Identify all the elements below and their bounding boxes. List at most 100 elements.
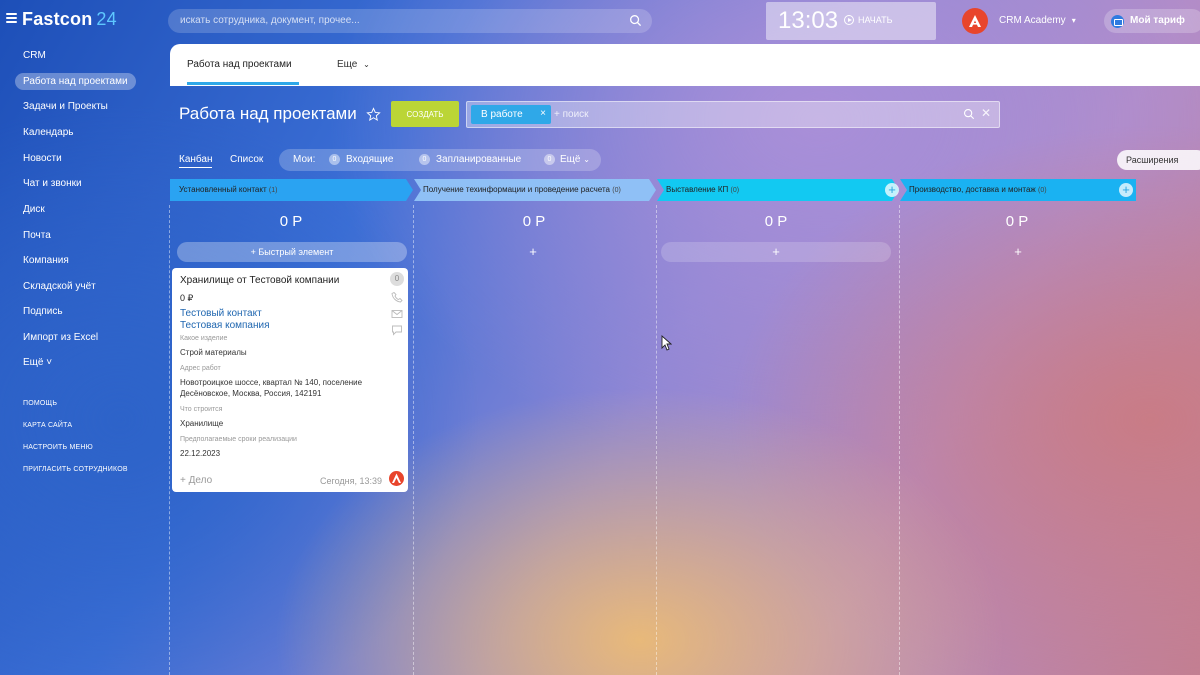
mail-icon[interactable] [391, 308, 403, 320]
filter-chip-in-progress[interactable]: В работе × [471, 105, 551, 124]
column-divider [656, 205, 657, 675]
stage-name: Выставление КП [666, 185, 729, 194]
extensions-button[interactable]: Расширения [1117, 150, 1200, 170]
stage-count: (0) [730, 187, 740, 194]
more-label: Ещё [23, 357, 44, 368]
play-icon [844, 15, 854, 25]
sidebar-link-help[interactable]: ПОМОЩЬ [23, 400, 57, 407]
sidebar-item-projects-work[interactable]: Работа над проектами [15, 73, 136, 90]
filter-chip-label: В работе [481, 109, 523, 120]
my-counters: Мои: 0 Входящие 0 Запланированные 0 Ещё … [279, 149, 601, 171]
sidebar-item-warehouse[interactable]: Складской учёт [23, 281, 96, 292]
sidebar-item-calendar[interactable]: Календарь [23, 127, 73, 138]
clock: 13:03 [778, 7, 839, 34]
user-name: CRM Academy [999, 15, 1066, 26]
field-value: 22.12.2023 [180, 449, 221, 458]
deal-contact-link[interactable]: Тестовый контакт [180, 308, 262, 319]
deal-card[interactable]: Хранилище от Тестовой компании 0 0 ₽ Тес… [172, 268, 408, 492]
remove-filter-icon[interactable]: × [540, 108, 546, 119]
add-item-button[interactable]: + [661, 242, 891, 262]
stage-header-established-contact[interactable]: Установленный контакт (1) [170, 179, 406, 201]
sidebar-item-crm[interactable]: CRM [23, 50, 46, 61]
section-tabs: Работа над проектами Еще ⌄ [170, 44, 1200, 86]
search-icon[interactable] [963, 108, 975, 120]
column-sum: 0 Р [764, 213, 788, 230]
counter-more[interactable]: Ещё ⌄ [560, 154, 590, 165]
deal-company-link[interactable]: Тестовая компания [180, 320, 270, 331]
add-item-button[interactable]: + [418, 242, 648, 262]
top-bar: Fastcon 24 искать сотрудника, документ, п… [0, 0, 1200, 42]
add-stage-button[interactable]: + [885, 183, 899, 197]
column-divider [899, 205, 900, 675]
tab-more[interactable]: Еще ⌄ [337, 59, 370, 70]
tab-projects-work[interactable]: Работа над проектами [187, 59, 292, 70]
create-button[interactable]: СОЗДАТЬ [391, 101, 459, 127]
sidebar-item-tasks[interactable]: Задачи и Проекты [23, 101, 108, 112]
star-icon[interactable] [366, 107, 381, 122]
user-avatar[interactable] [962, 8, 988, 34]
academy-logo-icon [969, 15, 981, 27]
search-icon[interactable] [629, 14, 642, 27]
stage-count: (1) [268, 187, 278, 194]
chat-icon[interactable] [391, 324, 403, 336]
add-activity-button[interactable]: + Дело [180, 475, 212, 486]
view-kanban[interactable]: Канбан [179, 154, 213, 165]
column-divider [169, 205, 170, 675]
counter-incoming[interactable]: Входящие [346, 154, 393, 165]
search-placeholder: искать сотрудника, документ, прочее... [180, 15, 360, 26]
sidebar-link-configure-menu[interactable]: НАСТРОИТЬ МЕНЮ [23, 444, 93, 451]
field-value: Хранилище [180, 419, 224, 428]
hamburger-menu-icon[interactable] [6, 13, 17, 23]
tariff-label: Мой тариф [1130, 15, 1185, 26]
counter-badge: 0 [544, 154, 555, 165]
stage-header-tech-info[interactable]: Получение техинформации и проведение рас… [414, 179, 650, 201]
counter-more-label: Ещё [560, 154, 581, 165]
field-value: Новотроицкое шоссе, квартал № 140, посел… [180, 378, 363, 398]
deal-title[interactable]: Хранилище от Тестовой компании [180, 275, 339, 286]
chevron-down-icon: ˅ [46, 357, 53, 368]
sidebar-item-excel-import[interactable]: Импорт из Excel [23, 332, 98, 343]
counter-planned[interactable]: Запланированные [436, 154, 521, 165]
phone-icon[interactable] [391, 291, 403, 303]
active-tab-indicator [187, 82, 299, 85]
user-menu[interactable]: CRM Academy ▾ [999, 15, 1076, 26]
view-list[interactable]: Список [230, 154, 263, 165]
sidebar-item-mail[interactable]: Почта [23, 230, 51, 241]
clear-filter-icon[interactable]: ✕ [981, 106, 991, 120]
deal-date: Сегодня, 13:39 [320, 476, 383, 486]
filter-search-box[interactable]: В работе × + поиск ✕ [466, 101, 1000, 128]
stage-count: (0) [1038, 187, 1047, 194]
filter-search-input[interactable]: + поиск [554, 109, 589, 120]
quick-add-button[interactable]: + Быстрый элемент [177, 242, 407, 262]
stage-header-proposal[interactable]: Выставление КП (0) [657, 179, 885, 201]
stage-header-production[interactable]: Производство, доставка и монтаж (0) [900, 179, 1118, 201]
responsible-avatar[interactable] [389, 471, 404, 486]
sidebar-item-signature[interactable]: Подпись [23, 306, 63, 317]
column-sum: 0 Р [1005, 213, 1029, 230]
sidebar-link-sitemap[interactable]: КАРТА САЙТА [23, 422, 72, 429]
chevron-down-icon: ⌄ [363, 60, 370, 69]
counter-badge: 0 [329, 154, 340, 165]
start-workday-button[interactable]: НАЧАТЬ [844, 15, 893, 25]
sidebar-item-news[interactable]: Новости [23, 153, 62, 164]
academy-logo-icon [392, 473, 401, 483]
sidebar-link-invite[interactable]: ПРИГЛАСИТЬ СОТРУДНИКОВ [23, 466, 128, 473]
app-logo[interactable]: Fastcon 24 [22, 9, 117, 30]
tariff-icon [1111, 15, 1124, 28]
sidebar-item-company[interactable]: Компания [23, 255, 69, 266]
sidebar-item-chat[interactable]: Чат и звонки [23, 178, 82, 189]
mine-label: Мои: [293, 154, 316, 165]
add-stage-button[interactable]: + [1119, 183, 1133, 197]
start-label: НАЧАТЬ [858, 15, 893, 25]
sidebar-item-disk[interactable]: Диск [23, 204, 45, 215]
counter-badge: 0 [419, 154, 430, 165]
sidebar-item-more[interactable]: Ещё ˅ [23, 357, 52, 368]
workday-widget[interactable]: 13:03 НАЧАТЬ [766, 2, 936, 40]
global-search-input[interactable]: искать сотрудника, документ, прочее... [168, 9, 652, 33]
stage-name: Производство, доставка и монтаж [909, 185, 1036, 194]
add-item-button[interactable]: + [903, 242, 1133, 262]
column-sum: 0 Р [522, 213, 546, 230]
my-tariff-button[interactable]: Мой тариф [1104, 9, 1200, 33]
field-label: Адрес работ [180, 365, 221, 372]
active-view-indicator [179, 167, 212, 168]
